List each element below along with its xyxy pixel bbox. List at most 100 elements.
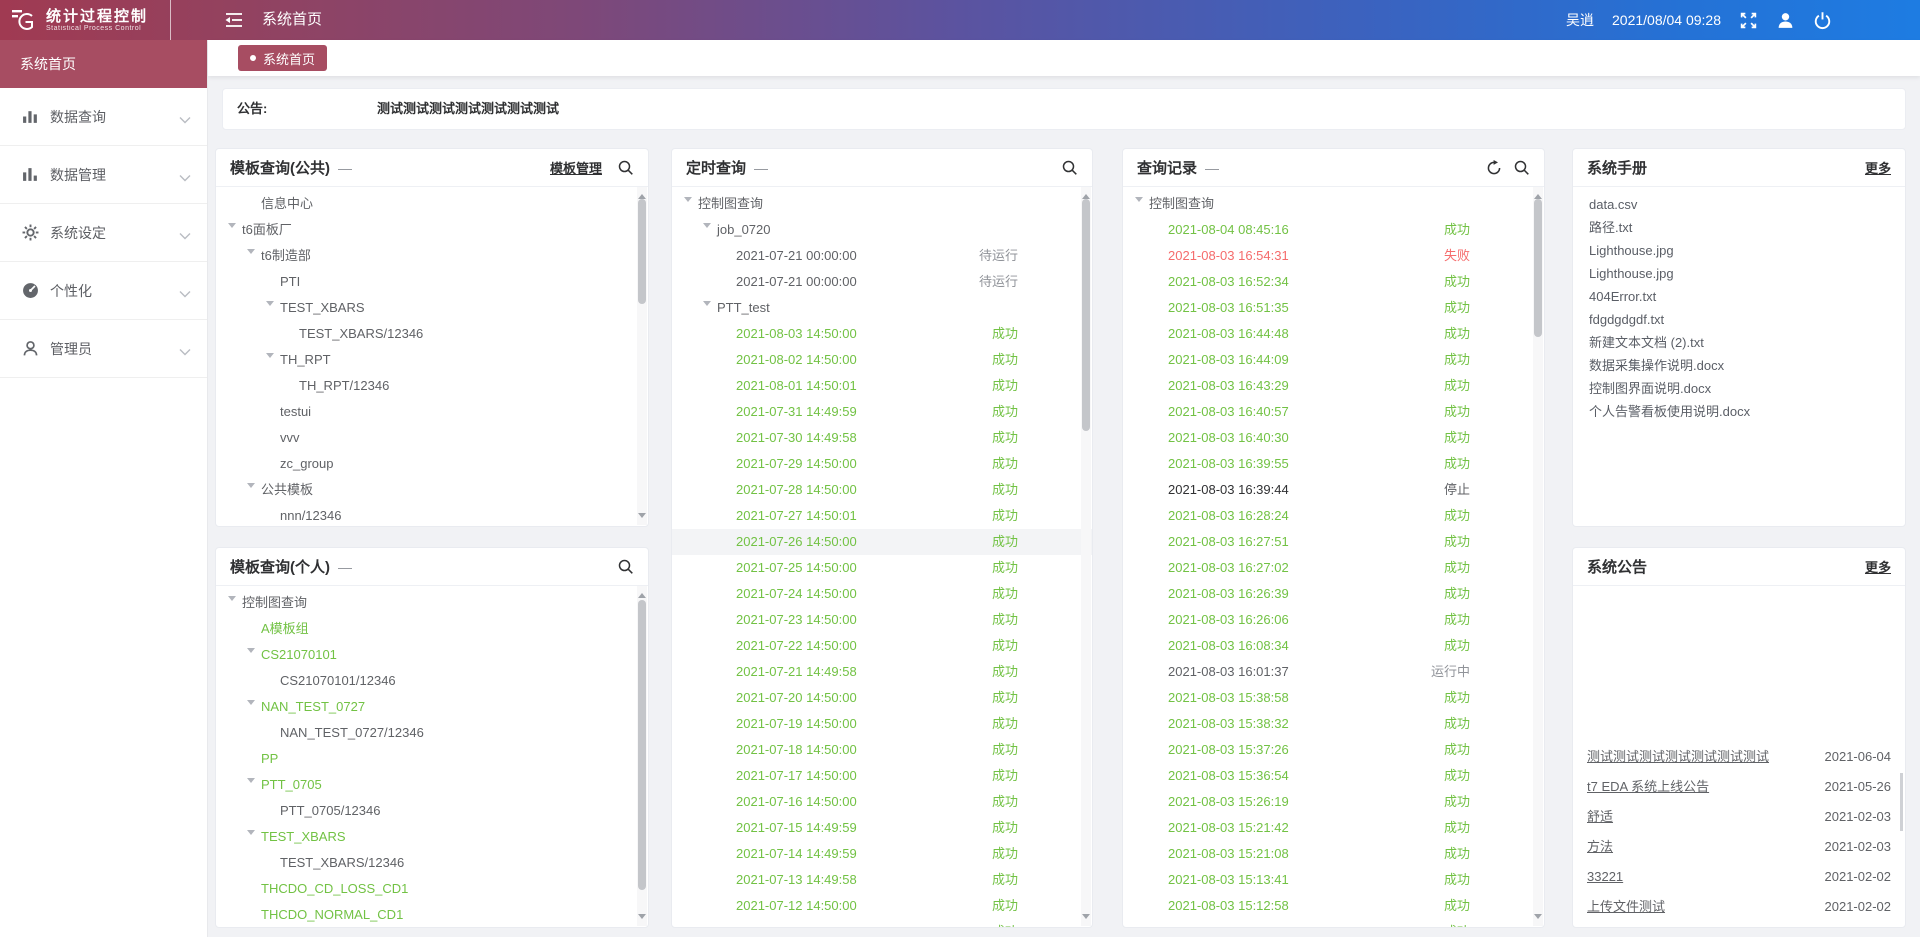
record-row[interactable]: 2021-08-03 16:27:02成功 <box>1123 555 1544 581</box>
record-row[interactable]: 2021-07-22 14:50:00成功 <box>672 633 1092 659</box>
record-row[interactable]: 2021-07-13 14:49:58成功 <box>672 867 1092 893</box>
sidebar-item-bar-chart[interactable]: 数据查询 <box>0 88 207 146</box>
record-row[interactable]: 2021-07-27 14:50:01成功 <box>672 503 1092 529</box>
tree-node[interactable]: 信息中心 <box>216 191 648 217</box>
notice-item[interactable]: 332212021-02-02 <box>1573 862 1905 892</box>
tree-node[interactable]: TEST_XBARS <box>216 824 648 850</box>
scrollbar-thumb[interactable] <box>1082 199 1090 431</box>
record-row[interactable]: 2021-08-03 16:27:51成功 <box>1123 529 1544 555</box>
scroll-down-icon[interactable] <box>638 513 646 522</box>
record-row[interactable]: 2021-08-03 16:26:39成功 <box>1123 581 1544 607</box>
caret-down-icon[interactable] <box>228 223 236 232</box>
sidebar-item-gear[interactable]: 系统设定 <box>0 204 207 262</box>
record-row[interactable]: 2021-08-03 16:40:57成功 <box>1123 399 1544 425</box>
search-icon[interactable] <box>1062 160 1078 176</box>
manual-file-item[interactable]: 控制图界面说明.docx <box>1573 377 1905 400</box>
manual-file-item[interactable]: 新建文本文档 (2).txt <box>1573 331 1905 354</box>
tree-node[interactable]: NAN_TEST_0727/12346 <box>216 720 648 746</box>
record-row[interactable]: 2021-08-01 14:50:01成功 <box>672 373 1092 399</box>
scrollbar-thumb[interactable] <box>638 199 646 304</box>
refresh-icon[interactable] <box>1486 160 1502 176</box>
caret-down-icon[interactable] <box>247 483 255 492</box>
record-row[interactable]: 2021-07-19 14:50:00成功 <box>672 711 1092 737</box>
record-row[interactable]: 2021-08-03 16:26:06成功 <box>1123 607 1544 633</box>
record-row[interactable]: 2021-08-03 16:52:34成功 <box>1123 269 1544 295</box>
manual-file-item[interactable]: Lighthouse.jpg <box>1573 239 1905 262</box>
notice-title[interactable]: 舒适 <box>1587 802 1613 832</box>
caret-down-icon[interactable] <box>684 197 692 206</box>
record-row[interactable]: 2021-07-25 14:50:00成功 <box>672 555 1092 581</box>
tree-node[interactable]: PTT_0705 <box>216 772 648 798</box>
username[interactable]: 吴逍 <box>1566 10 1594 30</box>
record-row[interactable]: 2021-07-21 14:49:58成功 <box>672 659 1092 685</box>
notice-item[interactable]: 上传文件测试2021-02-02 <box>1573 892 1905 922</box>
power-icon[interactable] <box>1813 11 1832 30</box>
record-row[interactable]: 2021-07-24 14:50:00成功 <box>672 581 1092 607</box>
scrollbar[interactable] <box>637 187 647 525</box>
manual-file-item[interactable]: 404Error.txt <box>1573 285 1905 308</box>
notice-item[interactable]: 方法2021-02-03 <box>1573 832 1905 862</box>
sidebar-item-home-active[interactable]: 系统首页 <box>0 40 207 88</box>
tree-node[interactable]: 公共模板 <box>216 477 648 503</box>
record-row[interactable]: 2021-07-30 14:49:58成功 <box>672 425 1092 451</box>
template-manage-link[interactable]: 模板管理 <box>550 158 602 177</box>
tree-node[interactable]: testui <box>216 399 648 425</box>
record-row[interactable]: 2021-08-03 16:01:37运行中 <box>1123 659 1544 685</box>
record-row[interactable]: 2021-08-03 15:21:42成功 <box>1123 815 1544 841</box>
record-row[interactable]: 2021-08-03 16:39:55成功 <box>1123 451 1544 477</box>
notice-item[interactable]: 测试测试测试测试测试测试测试2021-06-04 <box>1573 742 1905 772</box>
sidebar-item-column-chart[interactable]: 数据管理 <box>0 146 207 204</box>
caret-down-icon[interactable] <box>266 353 274 362</box>
tree-node[interactable]: 控制图查询 <box>216 590 648 616</box>
scroll-down-icon[interactable] <box>1082 914 1090 923</box>
collapse-minus-icon[interactable]: — <box>338 559 352 575</box>
scrollbar[interactable] <box>1081 187 1091 926</box>
tab-home[interactable]: 系统首页 <box>238 45 327 71</box>
record-row[interactable]: 2021-07-28 14:50:00成功 <box>672 477 1092 503</box>
record-row[interactable]: 2021-08-03 15:36:54成功 <box>1123 763 1544 789</box>
record-row[interactable]: 2021-07-20 14:50:00成功 <box>672 685 1092 711</box>
chevron-down-icon[interactable] <box>179 228 191 238</box>
scroll-up-icon[interactable] <box>638 190 646 199</box>
record-row[interactable]: 2021-08-03 16:51:35成功 <box>1123 295 1544 321</box>
record-row[interactable]: 2021-07-14 14:49:59成功 <box>672 841 1092 867</box>
tree-node[interactable]: TH_RPT/12346 <box>216 373 648 399</box>
app-logo[interactable]: 统计过程控制 Statistical Process Control <box>0 0 170 40</box>
scroll-down-icon[interactable] <box>638 914 646 923</box>
caret-down-icon[interactable] <box>703 301 711 310</box>
tree-node[interactable]: THCDO_CD_LOSS_CD1 <box>216 876 648 902</box>
record-row[interactable]: 2021-08-03 15:13:41成功 <box>1123 867 1544 893</box>
scroll-up-icon[interactable] <box>1082 190 1090 199</box>
notice-title[interactable]: t7 EDA 系统上线公告 <box>1587 772 1709 802</box>
record-row[interactable]: 2021-08-03 15:26:19成功 <box>1123 789 1544 815</box>
caret-down-icon[interactable] <box>247 778 255 787</box>
collapse-minus-icon[interactable]: — <box>338 160 352 176</box>
manual-more-link[interactable]: 更多 <box>1865 158 1891 177</box>
search-icon[interactable] <box>618 160 634 176</box>
tree-node[interactable]: CS21070101 <box>216 642 648 668</box>
record-row[interactable]: 2021-08-03 16:08:34成功 <box>1123 633 1544 659</box>
scrollbar[interactable] <box>637 586 647 926</box>
collapse-minus-icon[interactable]: — <box>754 160 768 176</box>
record-row[interactable]: 2021-07-12 14:50:00成功 <box>672 893 1092 919</box>
tree-node[interactable]: zc_group <box>216 451 648 477</box>
record-row[interactable]: 2021-08-03 15:12:41成功 <box>1123 919 1544 927</box>
record-row[interactable]: 2021-07-18 14:50:00成功 <box>672 737 1092 763</box>
record-row[interactable]: 2021-08-03 15:38:58成功 <box>1123 685 1544 711</box>
sidebar-item-dashboard[interactable]: 个性化 <box>0 262 207 320</box>
tree-node[interactable]: THCDO_NORMAL_CD1 <box>216 902 648 927</box>
collapse-menu-icon[interactable] <box>224 10 244 30</box>
record-row[interactable]: 2021-08-03 16:44:48成功 <box>1123 321 1544 347</box>
record-row[interactable]: 2021-08-03 16:28:24成功 <box>1123 503 1544 529</box>
manual-file-item[interactable]: 路径.txt <box>1573 216 1905 239</box>
tree-node[interactable]: vvv <box>216 425 648 451</box>
record-row[interactable]: 2021-08-03 16:40:30成功 <box>1123 425 1544 451</box>
record-row[interactable]: 2021-08-03 15:38:32成功 <box>1123 711 1544 737</box>
tree-node[interactable]: TEST_XBARS/12346 <box>216 321 648 347</box>
record-row[interactable]: 2021-08-03 14:50:00成功 <box>672 321 1092 347</box>
tree-node[interactable]: PTT_0705/12346 <box>216 798 648 824</box>
scrollbar[interactable] <box>1533 187 1543 926</box>
record-row[interactable]: 2021-08-02 14:50:00成功 <box>672 347 1092 373</box>
record-row[interactable]: 2021-08-03 16:43:29成功 <box>1123 373 1544 399</box>
scrollbar-thumb[interactable] <box>1534 199 1542 337</box>
